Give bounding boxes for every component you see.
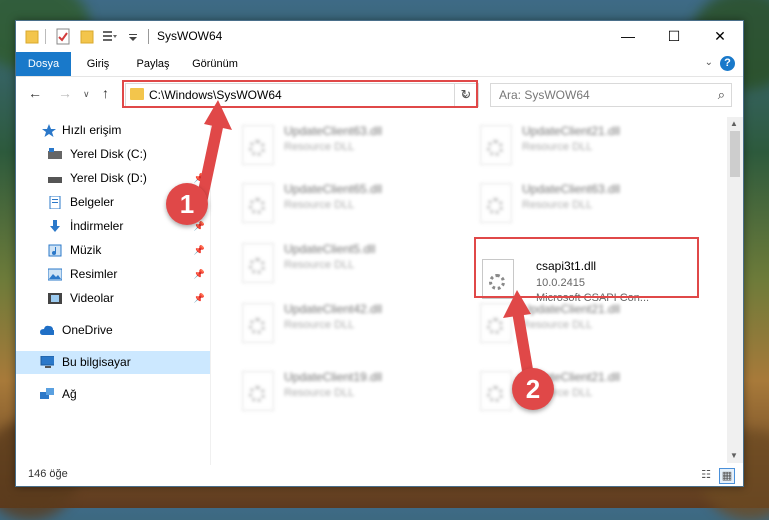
step-marker-1: 1 — [166, 183, 208, 225]
arrow-2-shaft — [512, 310, 534, 377]
annotation-arrows — [196, 100, 534, 377]
arrow-1-head — [204, 100, 232, 130]
arrow-2-head — [503, 290, 531, 318]
step-marker-2: 2 — [512, 368, 554, 410]
